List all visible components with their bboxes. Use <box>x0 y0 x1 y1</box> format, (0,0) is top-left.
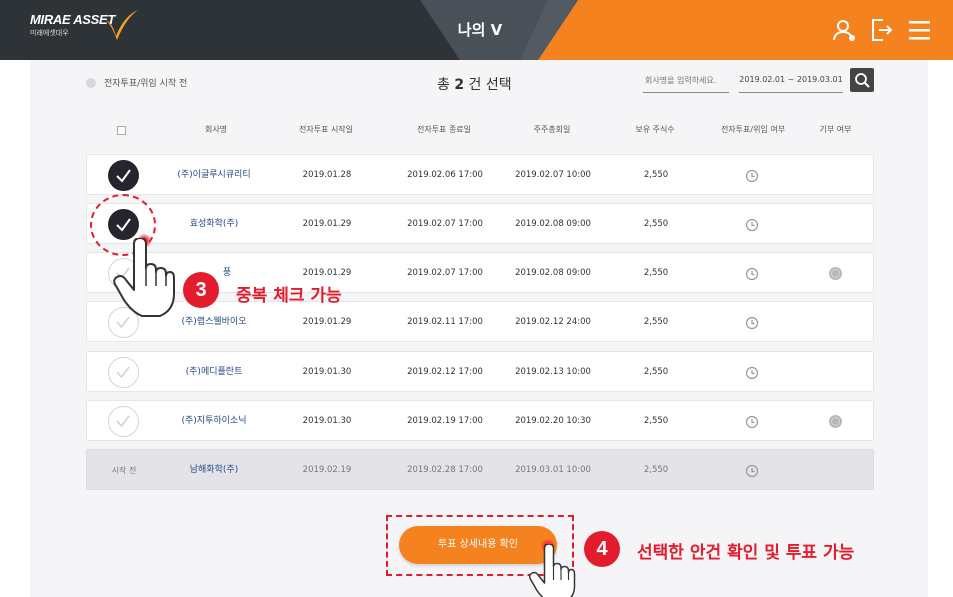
hand-pointer-icon <box>528 544 576 597</box>
company-link[interactable]: (주)메디플란트 <box>164 352 264 393</box>
checkmark-icon <box>116 169 131 183</box>
company-link[interactable]: 남해화학(주) <box>164 450 264 491</box>
table-row[interactable]: (주)메디플란트 2019.01.30 2019.02.12 17:00 201… <box>86 351 874 392</box>
end-date: 2019.02.07 17:00 <box>407 268 483 278</box>
shares: 2,550 <box>643 317 669 327</box>
col-shares: 보유 주식수 <box>635 125 675 134</box>
checkmark-icon <box>116 366 130 379</box>
logo-text: MIRAE ASSET <box>30 12 116 27</box>
table-row[interactable]: 효성화학(주) 2019.01.29 2019.02.07 17:00 2019… <box>86 203 874 244</box>
col-vote-status: 전자투표/위임 여부 <box>720 125 786 134</box>
end-date: 2019.02.12 17:00 <box>407 367 483 377</box>
select-all-checkbox[interactable] <box>117 126 126 135</box>
start-date: 2019.01.29 <box>302 219 352 229</box>
v-check-logo-icon <box>106 10 138 40</box>
meeting-date: 2019.02.20 10:30 <box>515 416 591 426</box>
step-3-badge: 3 <box>183 272 219 308</box>
shares: 2,550 <box>643 465 669 475</box>
clock-icon <box>745 267 759 281</box>
step-4-text: 선택한 안건 확인 및 투표 가능 <box>637 543 855 563</box>
hamburger-menu-icon[interactable] <box>905 16 933 44</box>
row-checkbox-unchecked[interactable] <box>108 357 139 388</box>
start-date: 2019.01.30 <box>302 367 352 377</box>
row-checkbox-unchecked[interactable] <box>108 406 139 437</box>
meeting-date: 2019.02.07 10:00 <box>515 170 591 180</box>
date-range-field[interactable]: 2019.02.01 ~ 2019.03.01 <box>739 69 843 93</box>
selected-total: 총 2 건 선택 <box>437 74 512 94</box>
meeting-date: 2019.02.13 10:00 <box>515 367 591 377</box>
end-date: 2019.02.11 17:00 <box>407 317 483 327</box>
logout-icon[interactable] <box>867 16 895 44</box>
end-date: 2019.02.19 17:00 <box>407 416 483 426</box>
company-link[interactable]: (주)이글루시큐리티 <box>164 155 264 196</box>
col-end-date: 전자투표 종료일 <box>416 125 472 134</box>
user-icon[interactable] <box>831 16 859 44</box>
logo-subtext: 미래에셋대우 <box>30 29 69 37</box>
shares: 2,550 <box>643 268 669 278</box>
total-prefix: 총 <box>437 77 450 93</box>
shares: 2,550 <box>643 170 669 180</box>
step-3-text: 중복 체크 가능 <box>236 286 342 306</box>
company-link[interactable]: 효성화학(주) <box>164 204 264 245</box>
row-status: 시작 전 <box>111 466 137 475</box>
col-company: 회사명 <box>204 125 228 134</box>
status-radio[interactable] <box>86 78 96 88</box>
search-icon <box>855 73 870 88</box>
brand-logo[interactable]: MIRAE ASSET 미래에셋대우 <box>30 12 115 38</box>
company-link[interactable]: (주)지투하이소닉 <box>164 401 264 442</box>
end-date: 2019.02.06 17:00 <box>407 170 483 180</box>
meeting-date: 2019.03.01 10:00 <box>515 465 591 475</box>
end-date: 2019.02.07 17:00 <box>407 219 483 229</box>
start-date: 2019.02.19 <box>302 465 352 475</box>
meeting-date: 2019.02.08 09:00 <box>515 219 591 229</box>
status-radio-label: 전자투표/위임 시작 전 <box>104 79 188 89</box>
start-date: 2019.01.30 <box>302 416 352 426</box>
coin-icon <box>829 415 842 428</box>
app-header: MIRAE ASSET 미래에셋대우 나의 V <box>0 0 953 60</box>
company-link[interactable]: (주)랩스웰바이오 <box>164 302 264 343</box>
company-search-input[interactable] <box>643 69 729 93</box>
clock-icon <box>745 218 759 232</box>
checkmark-icon <box>116 415 130 428</box>
col-donation: 기부 여부 <box>819 125 852 134</box>
col-start-date: 전자투표 시작일 <box>298 125 354 134</box>
shares: 2,550 <box>643 367 669 377</box>
start-date: 2019.01.28 <box>302 170 352 180</box>
step-4-badge: 4 <box>584 531 620 567</box>
clock-icon <box>745 415 759 429</box>
page-title: 나의 V <box>457 21 503 39</box>
search-button[interactable] <box>850 68 874 92</box>
table-row[interactable]: (주)이글루시큐리티 2019.01.28 2019.02.06 17:00 2… <box>86 154 874 195</box>
row-checkbox-checked[interactable] <box>108 160 139 191</box>
shares: 2,550 <box>643 219 669 229</box>
clock-icon <box>745 169 759 183</box>
col-meeting-date: 주주총회일 <box>533 125 571 134</box>
clock-icon <box>745 464 759 478</box>
table-row[interactable]: (주)지투하이소닉 2019.01.30 2019.02.19 17:00 20… <box>86 400 874 441</box>
clock-icon <box>745 316 759 330</box>
end-date: 2019.02.28 17:00 <box>407 465 483 475</box>
clock-icon <box>745 366 759 380</box>
hand-pointer-icon <box>113 238 175 317</box>
meeting-date: 2019.02.12 24:00 <box>515 317 591 327</box>
meeting-date: 2019.02.08 09:00 <box>515 268 591 278</box>
total-count: 2 <box>454 77 465 93</box>
table-row-inactive: 시작 전 남해화학(주) 2019.02.19 2019.02.28 17:00… <box>86 449 874 490</box>
start-date: 2019.01.29 <box>302 317 352 327</box>
shares: 2,550 <box>643 416 669 426</box>
total-suffix: 건 선택 <box>468 77 512 93</box>
coin-icon <box>829 267 842 280</box>
